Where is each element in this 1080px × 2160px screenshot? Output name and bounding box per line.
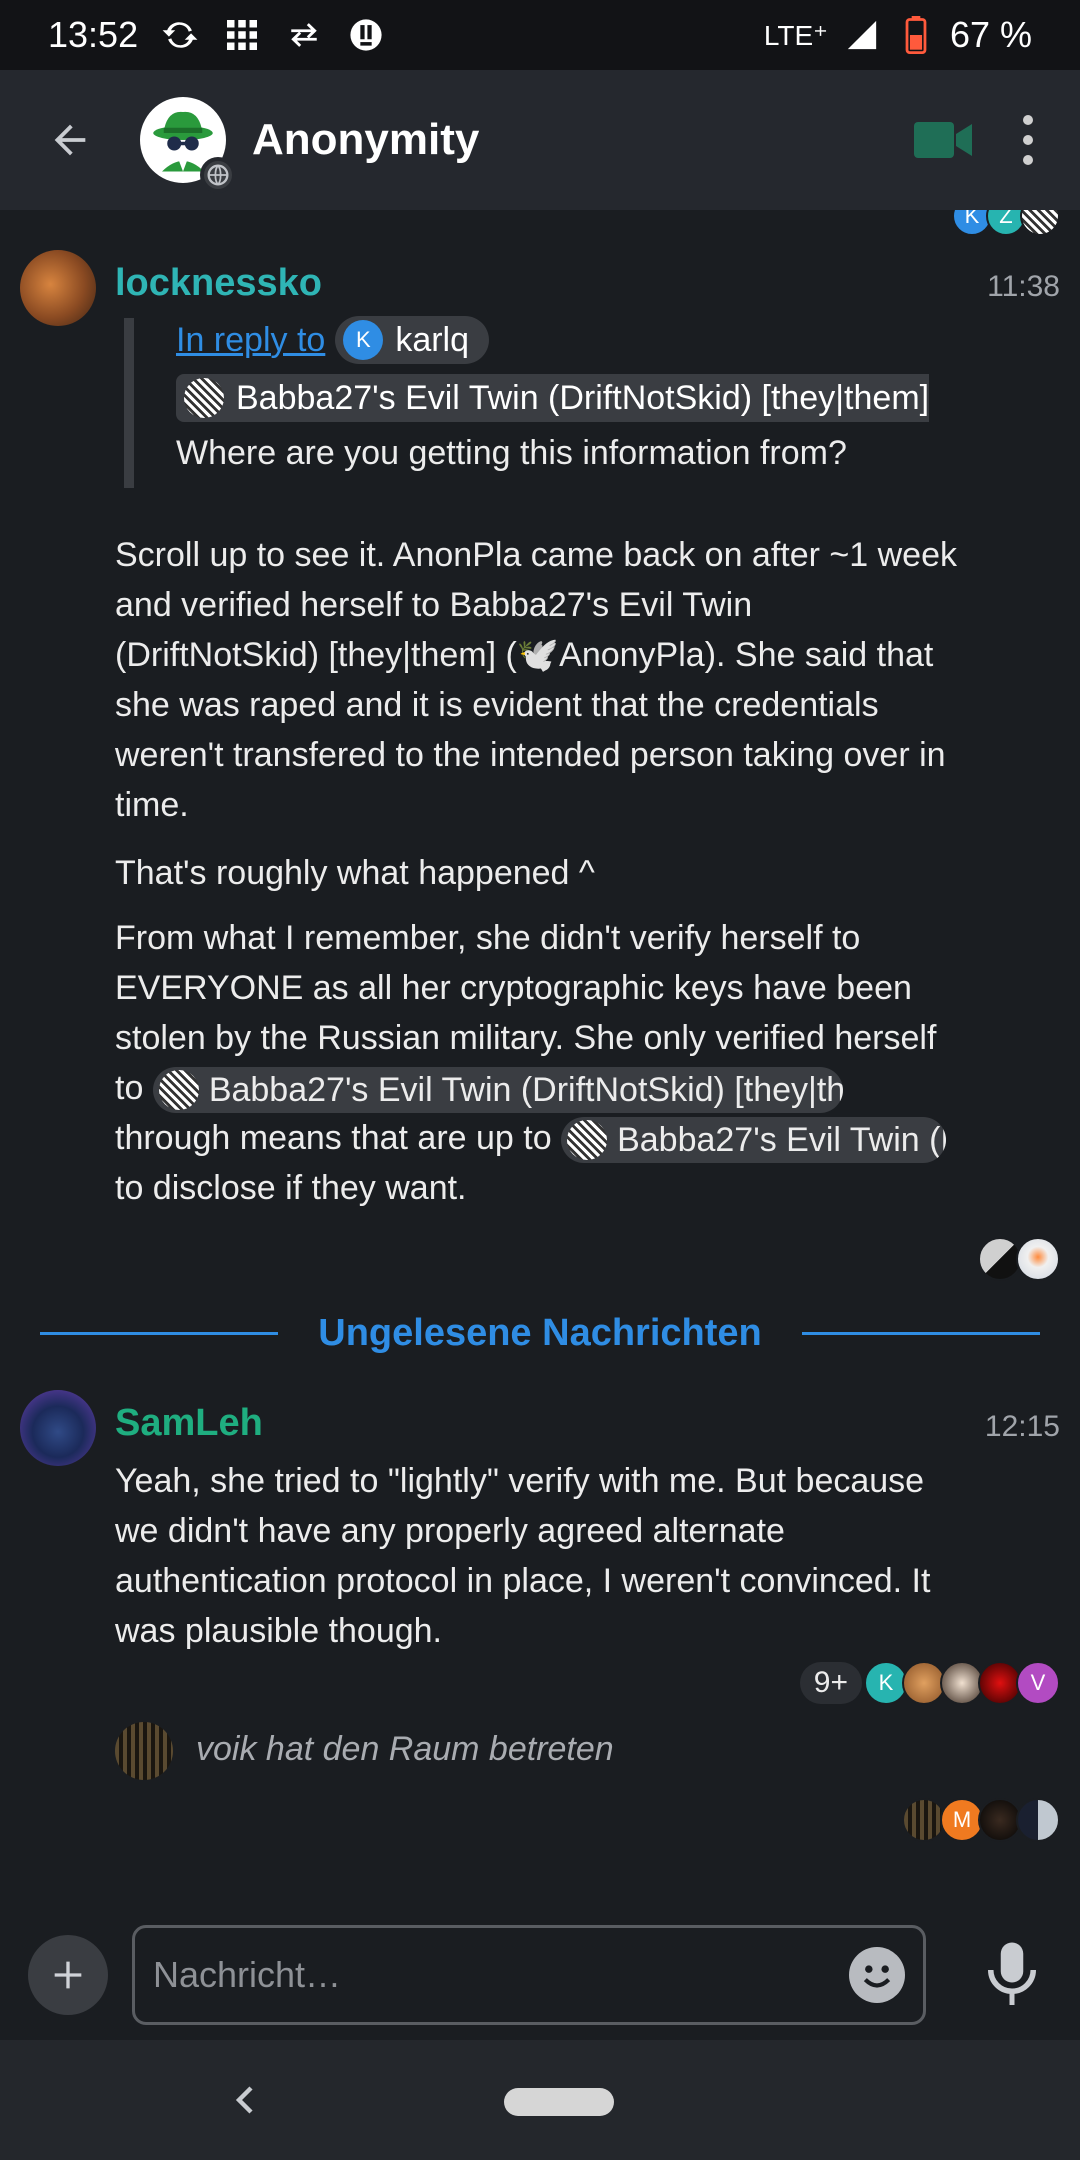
message-input-box[interactable]	[132, 1925, 926, 2025]
message-input[interactable]	[153, 1954, 849, 1996]
user-pill[interactable]: K karlq	[335, 316, 490, 364]
receipt-avatar: V	[1016, 1661, 1060, 1705]
room-avatar[interactable]	[140, 97, 236, 193]
grid-icon	[222, 15, 262, 55]
battery-icon	[896, 15, 936, 55]
sender-name[interactable]: locknessko	[115, 262, 322, 305]
receipt-avatar	[1016, 1798, 1060, 1842]
mention-avatar	[184, 378, 224, 418]
room-header: Anonymity	[0, 70, 1080, 210]
nav-back-button[interactable]	[222, 2076, 270, 2124]
message-timeline[interactable]: K Z locknessko 11:38 In reply to K karlq…	[0, 210, 1080, 1910]
receipts-count: 9+	[799, 1662, 862, 1704]
sync-icon	[160, 15, 200, 55]
alert-icon	[346, 15, 386, 55]
back-button[interactable]	[0, 70, 140, 210]
user-pill-name: karlq	[395, 320, 470, 359]
battery-level: 67 %	[949, 14, 1032, 55]
read-receipts[interactable]: M	[902, 1798, 1060, 1842]
mention-name: Babba27's Evil Twin (DriftNotSkid) [they…	[208, 1071, 843, 1110]
unread-divider: Ungelesene Nachrichten	[40, 1312, 1041, 1355]
read-receipts-top[interactable]: K Z	[952, 210, 1060, 236]
transfer-icon	[284, 15, 324, 55]
emoji-button[interactable]	[849, 1947, 905, 2003]
reply-header[interactable]: In reply to K karlq	[176, 316, 490, 364]
more-options-button[interactable]	[1016, 110, 1040, 170]
reply-mention-row: Babba27's Evil Twin (DriftNotSkid) [they…	[176, 374, 956, 422]
message-composer	[0, 1910, 1080, 2040]
microphone-icon	[988, 1942, 1036, 2005]
chevron-left-icon	[235, 2086, 253, 2114]
mention-avatar	[158, 1070, 199, 1111]
reply-quote-bar	[124, 318, 134, 488]
message-paragraph: That's roughly what happened ^	[115, 854, 595, 892]
network-type: LTE⁺	[763, 19, 828, 51]
unread-divider-label: Ungelesene Nachrichten	[318, 1312, 762, 1354]
plus-icon	[54, 1961, 82, 1989]
reply-quoted-text: Where are you getting this information f…	[176, 434, 847, 472]
user-pill-avatar: K	[343, 320, 384, 360]
read-receipts[interactable]	[978, 1237, 1060, 1281]
read-receipts[interactable]: 9+ K V	[799, 1661, 1060, 1705]
nav-home-pill[interactable]	[504, 2088, 614, 2116]
paragraph-text: to disclose if they want.	[115, 1169, 467, 1208]
sender-name[interactable]: SamLeh	[115, 1402, 263, 1445]
message-body: Yeah, she tried to "lightly" verify with…	[115, 1456, 965, 1656]
message-body: Scroll up to see it. AnonPla came back o…	[115, 530, 965, 898]
more-vert-icon	[1023, 115, 1033, 125]
system-nav-bar	[0, 2040, 1080, 2160]
message-body: From what I remember, she didn't verify …	[115, 913, 965, 1213]
mention-name: Babba27's Evil Twin (DriftNotSkid) [they…	[617, 1121, 946, 1160]
attach-button[interactable]	[28, 1935, 108, 2015]
emoji-icon	[851, 1949, 903, 2001]
message-paragraph: Scroll up to see it. AnonPla came back o…	[115, 536, 957, 824]
receipt-avatar	[1020, 210, 1060, 236]
status-bar: 13:52 LTE⁺ 67 %	[0, 0, 1080, 70]
receipt-avatar	[1016, 1237, 1060, 1281]
video-call-button[interactable]	[914, 120, 976, 160]
membership-event: voik hat den Raum betreten	[196, 1730, 614, 1768]
room-title[interactable]: Anonymity	[252, 115, 479, 165]
video-call-icon	[914, 122, 972, 158]
mention-pill[interactable]: Babba27's Evil Twin (DriftNotSkid) [they…	[561, 1117, 947, 1164]
signal-icon	[842, 15, 882, 55]
mention-pill[interactable]: Babba27's Evil Twin (DriftNotSkid) [they…	[152, 1067, 843, 1114]
sender-avatar[interactable]	[20, 1390, 96, 1466]
in-reply-to-link[interactable]: In reply to	[176, 321, 325, 360]
sender-avatar[interactable]	[20, 250, 96, 326]
message-time: 11:38	[987, 270, 1060, 303]
message-time: 12:15	[984, 1410, 1060, 1443]
voice-message-button[interactable]	[972, 1930, 1052, 2020]
public-room-badge	[200, 157, 236, 193]
mention-name: Babba27's Evil Twin (DriftNotSkid) [they…	[236, 378, 930, 417]
status-time: 13:52	[48, 14, 139, 55]
globe-icon	[207, 164, 229, 186]
mention-pill[interactable]: Babba27's Evil Twin (DriftNotSkid) [they…	[176, 374, 930, 422]
arrow-back-icon	[54, 124, 86, 156]
member-avatar[interactable]	[115, 1722, 173, 1780]
message-paragraph: From what I remember, she didn't verify …	[115, 913, 965, 1213]
paragraph-text: through means that are up to	[115, 1119, 552, 1158]
mention-avatar	[567, 1120, 608, 1161]
message-paragraph: Yeah, she tried to "lightly" verify with…	[115, 1462, 931, 1650]
